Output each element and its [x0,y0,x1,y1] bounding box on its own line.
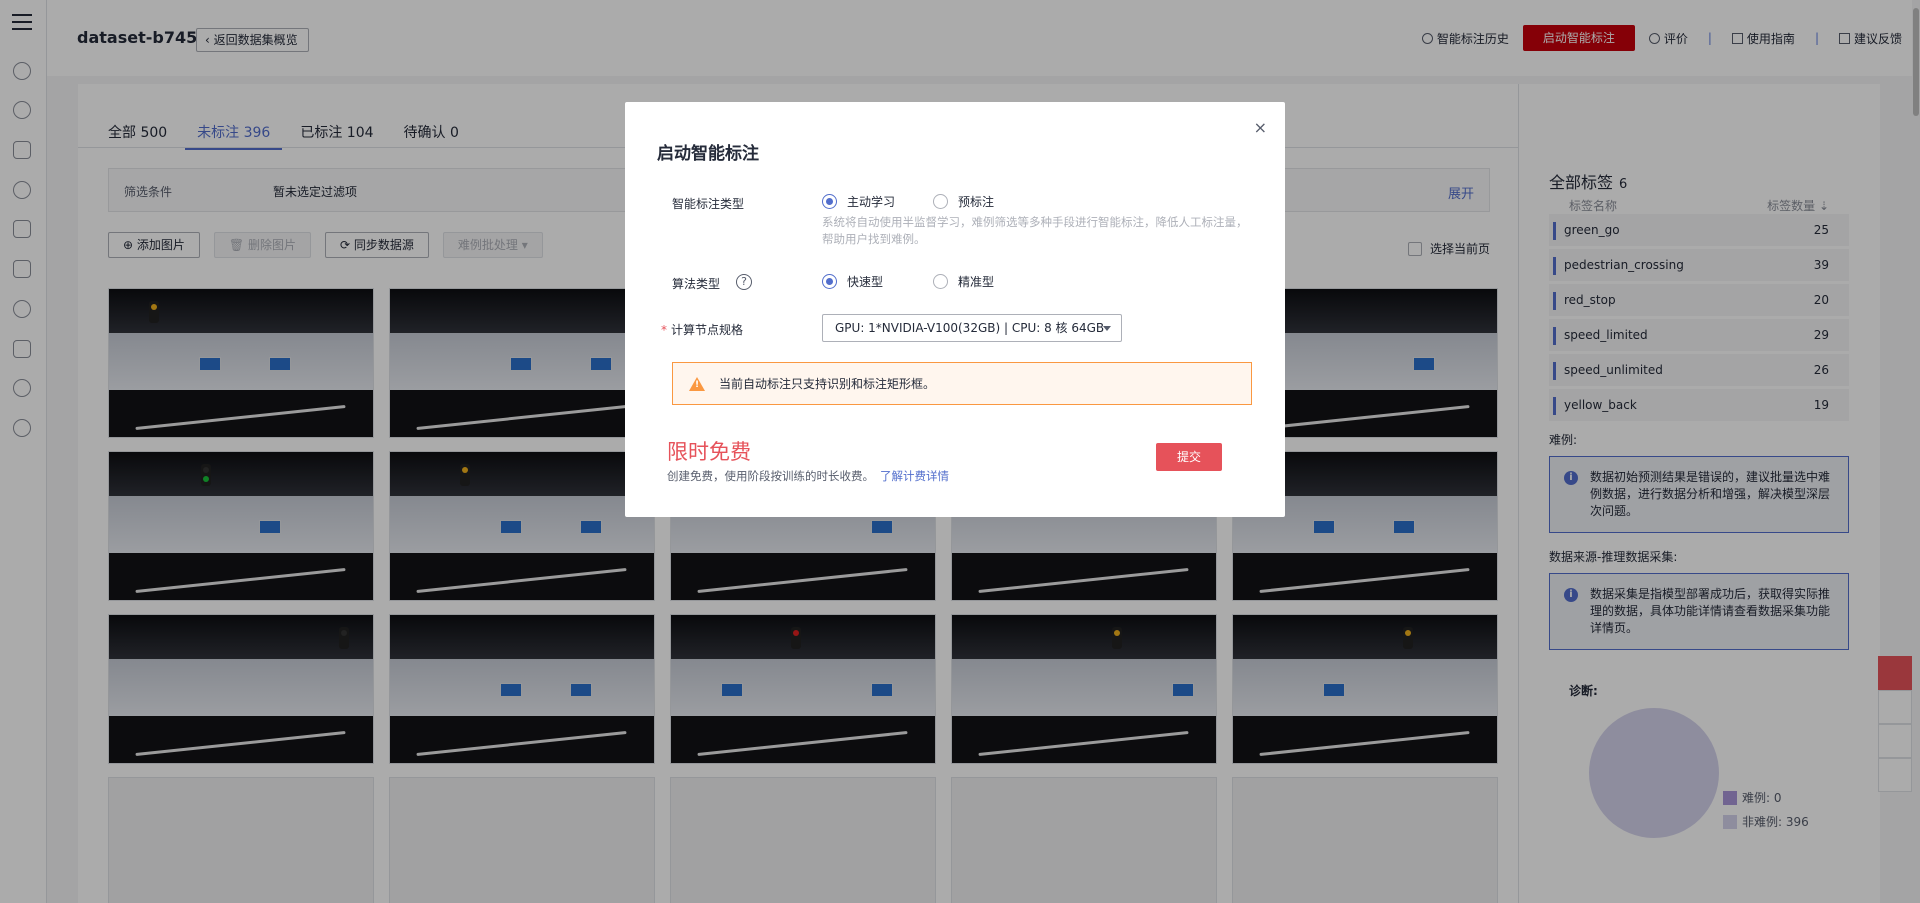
algorithm-type-label: 算法类型 [672,277,721,291]
radio-label: 快速型 [847,275,884,289]
compute-node-select[interactable]: GPU: 1*NVIDIA-V100(32GB) | CPU: 8 核 64GB [822,314,1122,342]
radio-selected[interactable] [822,194,837,209]
dialog-title: 启动智能标注 [657,144,759,164]
promo-description: 创建免费，使用阶段按训练的时长收费。 了解计费详情 [667,468,949,484]
radio-label: 精准型 [958,275,995,289]
smart-label-type-label: 智能标注类型 [672,197,745,211]
warning-icon: ! [689,376,705,391]
compute-node-text: 计算节点规格 [671,323,744,337]
radio-unselected[interactable] [933,274,948,289]
warning-text: 当前自动标注只支持识别和标注矩形框。 [719,377,936,391]
start-smart-label-dialog: 启动智能标注 × 智能标注类型 主动学习 预标注 系统将自动使用半监督学习，难例… [625,102,1285,517]
radio-label: 预标注 [958,195,995,209]
radio-unselected[interactable] [933,194,948,209]
close-icon[interactable]: × [1254,118,1267,137]
promo-title: 限时免费 [667,440,751,464]
type-description: 系统将自动使用半监督学习，难例筛选等多种手段进行智能标注，降低人工标注量，帮助用… [822,215,1248,246]
radio-pre-label[interactable]: 预标注 [933,193,994,210]
help-icon[interactable]: ? [736,274,752,290]
submit-button[interactable]: 提交 [1156,443,1222,471]
radio-active-learning[interactable]: 主动学习 [822,193,895,210]
radio-selected[interactable] [822,274,837,289]
billing-details-link[interactable]: 了解计费详情 [880,469,949,483]
warning-alert: ! 当前自动标注只支持识别和标注矩形框。 [672,362,1252,405]
radio-precise[interactable]: 精准型 [933,273,994,290]
radio-label: 主动学习 [847,195,896,209]
radio-fast[interactable]: 快速型 [822,273,883,290]
compute-node-label: * 计算节点规格 [661,321,743,338]
required-mark: * [661,323,667,337]
promo-text: 创建免费，使用阶段按训练的时长收费。 [667,469,874,483]
